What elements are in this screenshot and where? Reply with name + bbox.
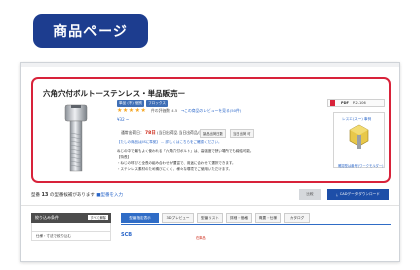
product-title: 六角穴付ボルトーステンレス・単品販売ー (43, 89, 186, 98)
badge: 単品 (不) 個別 (117, 100, 145, 107)
page-title: 商品ページ (53, 24, 128, 40)
part-count: 13 (41, 192, 49, 198)
filter-header: 絞り込み条件 すべて解除 (31, 213, 111, 223)
tab-underline (121, 224, 391, 225)
badge: フロックス (146, 100, 168, 107)
ship-box: 当日出荷 可 (230, 129, 254, 138)
ship-box: 製品出荷日数 (200, 129, 226, 138)
pdf-code: P.2-106 (352, 101, 366, 105)
filter-row[interactable]: 仕様・寸法で絞り込む (31, 232, 111, 241)
rating-stars: ★★★★★ (117, 107, 147, 114)
description-link[interactable]: 【たしの商品はJISに準拠】 … 詳しくはこちらをご確認ください。 (117, 140, 312, 145)
section-divider (21, 205, 399, 206)
page-title-badge: 商品ページ (33, 14, 148, 48)
case-study-link[interactable]: 確認型は番号(ワークモルダー) (338, 163, 383, 168)
content-tabs: 型番指定表示 3Dプレビュー 型番リスト 詳細・価格 概要・仕様 カタログ (121, 213, 310, 223)
enter-part-number-link[interactable]: ■型番を入力 (96, 193, 123, 198)
tab-part-list[interactable]: 型番リスト (197, 213, 223, 223)
price: ¥32 ~ (117, 117, 130, 122)
filter-panel: 絞り込み条件 すべて解除 仕様・寸法で絞り込む (31, 213, 111, 241)
description-line: ・ステンレス素材のため錆びにくく、様々な環境でご使用いただけます。 (117, 167, 233, 171)
spec-label: 型番 (31, 193, 40, 198)
series-code: SCB (121, 232, 133, 238)
bolt-image (64, 104, 88, 172)
tab-catalog[interactable]: カタログ (284, 213, 310, 223)
tab-spec[interactable]: 概要・仕様 (255, 213, 281, 223)
spec-toolbar: 型番 13 の型番候補があります ■型番を入力 比較 ⤓ CADデータダウンロー… (29, 187, 393, 205)
shipping-days: 78日 (145, 131, 156, 136)
product-badges: 単品 (不) 個別 フロックス (117, 100, 168, 107)
case-study-box[interactable]: レスエ(スー) 事例 確認型は番号(ワークモルダー) (333, 112, 385, 168)
product-info-panel: 六角穴付ボルトーステンレス・単品販売ー 単品 (不) 個別 フロックス ★★★★… (31, 77, 391, 183)
shipping-label: 通常出荷日 (121, 130, 140, 135)
review-link[interactable]: →この商品のレビューを見る(50件) (181, 108, 241, 114)
description-line: ・ねじの呼びと全長の組み合わせが豊富で、用途に合わせて選択できます。 (117, 161, 236, 165)
rating-meta: 件の評価数 4.5 (151, 108, 178, 113)
tab-price[interactable]: 詳細・価格 (226, 213, 252, 223)
download-icon: ⤓ (336, 192, 338, 197)
pdf-icon (330, 100, 335, 106)
description-line: 【特長】 (117, 155, 131, 159)
filter-title: 絞り込み条件 (35, 215, 59, 220)
cad-download-label: CADデータダウンロード (339, 192, 380, 196)
compare-button[interactable]: 比較 (299, 189, 321, 200)
clear-all-button[interactable]: すべて解除 (88, 215, 108, 220)
top-divider (21, 63, 399, 67)
stock-badge: 在庫品 (196, 236, 206, 240)
spec-suffix: の型番候補があります (49, 193, 95, 198)
description-line: ねじの中で最もよく使われる「六角穴付ボルト」は、高強度で狭い場所でも締結可能。 (117, 149, 254, 153)
tab-part-number[interactable]: 型番指定表示 (121, 213, 159, 223)
filter-row[interactable] (31, 223, 111, 232)
page-root: 商品ページ 六角穴付ボルトーステンレス・単品販売ー 単品 (不) 個別 フロック… (0, 0, 420, 270)
case-study-title: レスエ(スー) 事例 (342, 117, 372, 121)
filter-row-label: 仕様・寸法で絞り込む (36, 234, 71, 238)
pdf-catalog-bar[interactable]: PDF P.2-106 (327, 99, 385, 107)
mechanism-icon (349, 124, 369, 149)
cad-download-button[interactable]: ⤓ CADデータダウンロード (327, 189, 389, 200)
pdf-label: PDF (341, 101, 349, 105)
tab-3d-preview[interactable]: 3Dプレビュー (162, 213, 194, 223)
product-page-screenshot: 六角穴付ボルトーステンレス・単品販売ー 単品 (不) 個別 フロックス ★★★★… (20, 62, 400, 262)
part-number-count: 型番 13 の型番候補があります ■型番を入力 (31, 192, 123, 198)
